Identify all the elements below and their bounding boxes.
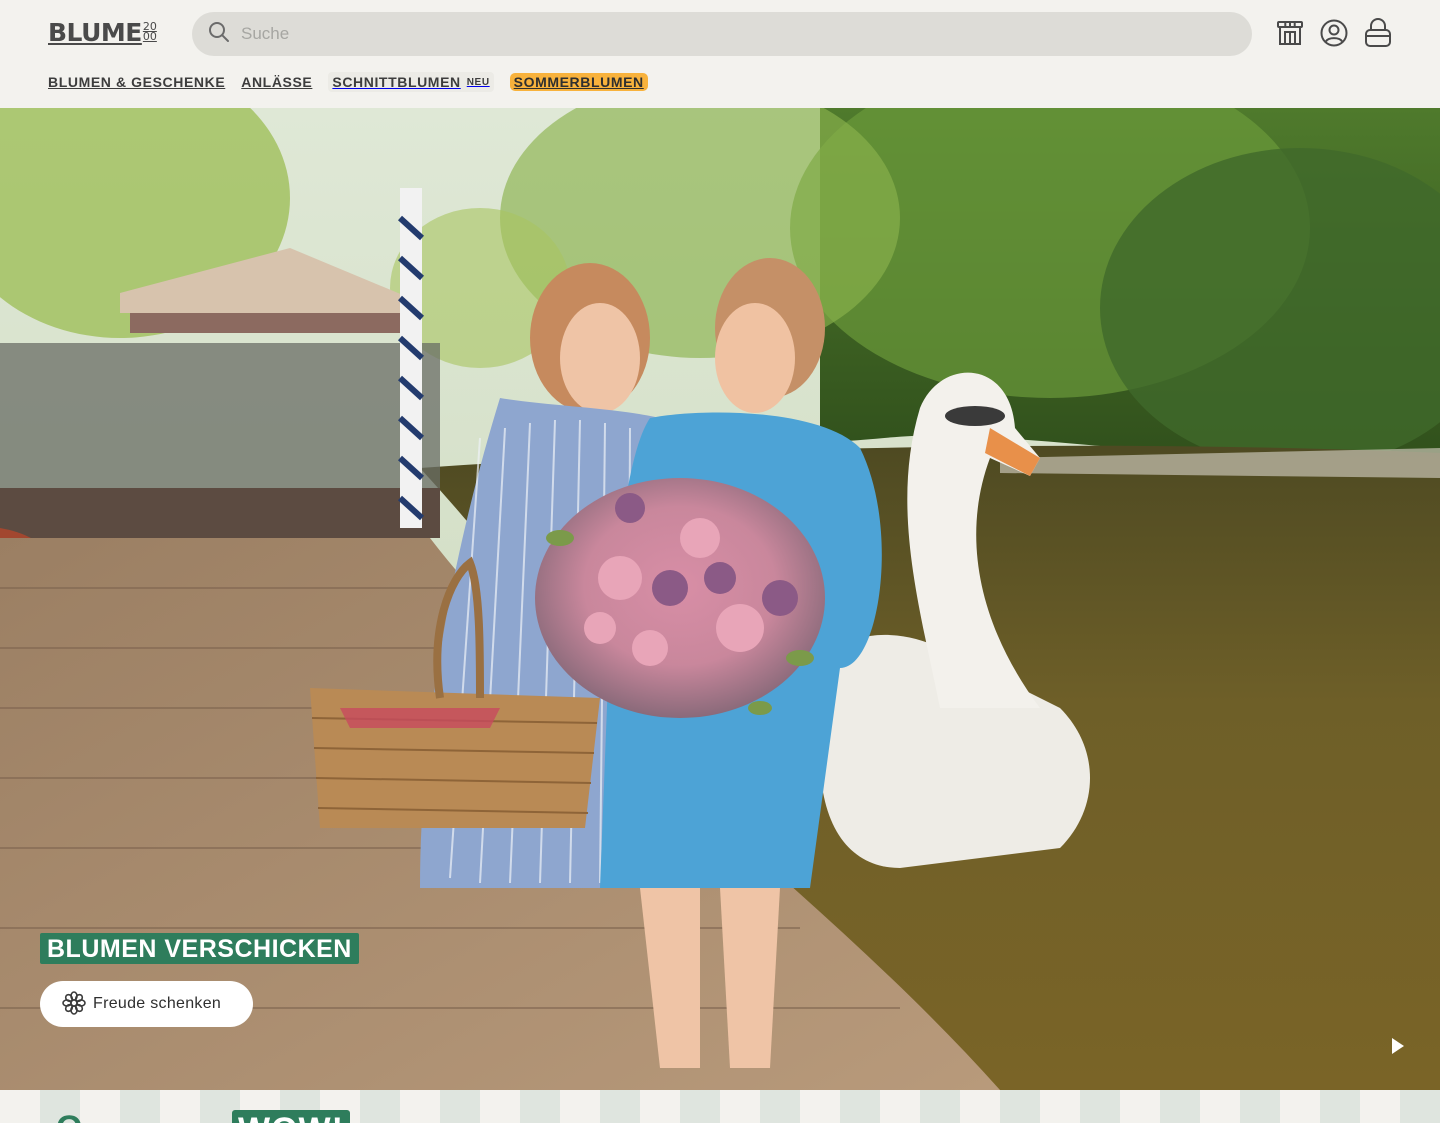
logo-wordmark: BLUME bbox=[48, 18, 142, 47]
next-section-strip: O WOW! bbox=[0, 1090, 1440, 1123]
nav-item-summer-flowers[interactable]: Sommerblumen bbox=[509, 73, 648, 91]
logo-number-bottom: 00 bbox=[142, 30, 157, 43]
search-input[interactable] bbox=[241, 24, 1141, 44]
nav-item-flowers-gifts[interactable]: Blumen & Geschenke bbox=[48, 74, 225, 90]
nav-item-occasions[interactable]: Anlässe bbox=[241, 74, 312, 90]
brand-logo[interactable]: BLUME 20 00 bbox=[48, 19, 157, 47]
cta-label: Freude schenken bbox=[93, 995, 222, 1012]
site-header: BLUME 20 00 Suche BLUMEN & GESCHENKE ANL… bbox=[0, 0, 1440, 108]
hero-title: Blumen verschicken bbox=[40, 933, 359, 964]
store-icon[interactable] bbox=[1276, 18, 1304, 48]
cta-button[interactable]: Freude schenken bbox=[40, 981, 253, 1027]
section-badge-partial: WOW! bbox=[232, 1110, 350, 1123]
search-icon bbox=[207, 20, 231, 49]
flower-icon bbox=[62, 990, 86, 1018]
nav-item-cut-flowers[interactable]: Schnittblumen Neu bbox=[328, 72, 494, 92]
section-heading-partial: O bbox=[56, 1108, 83, 1123]
logo-number: 20 00 bbox=[142, 21, 157, 43]
account-icon[interactable] bbox=[1320, 18, 1348, 48]
cart-icon[interactable] bbox=[1364, 18, 1392, 48]
new-badge: Neu bbox=[466, 76, 490, 88]
play-icon[interactable] bbox=[1384, 1032, 1412, 1060]
nav-item-cut-flowers-label: Schnittblumen bbox=[332, 74, 461, 90]
header-actions bbox=[1276, 18, 1392, 48]
search-bar[interactable] bbox=[192, 12, 1252, 56]
hero-banner: Blumen verschicken Freude schenken bbox=[0, 108, 1440, 1090]
main-nav: Blumen & Geschenke Anlässe Schnittblumen… bbox=[48, 70, 664, 94]
